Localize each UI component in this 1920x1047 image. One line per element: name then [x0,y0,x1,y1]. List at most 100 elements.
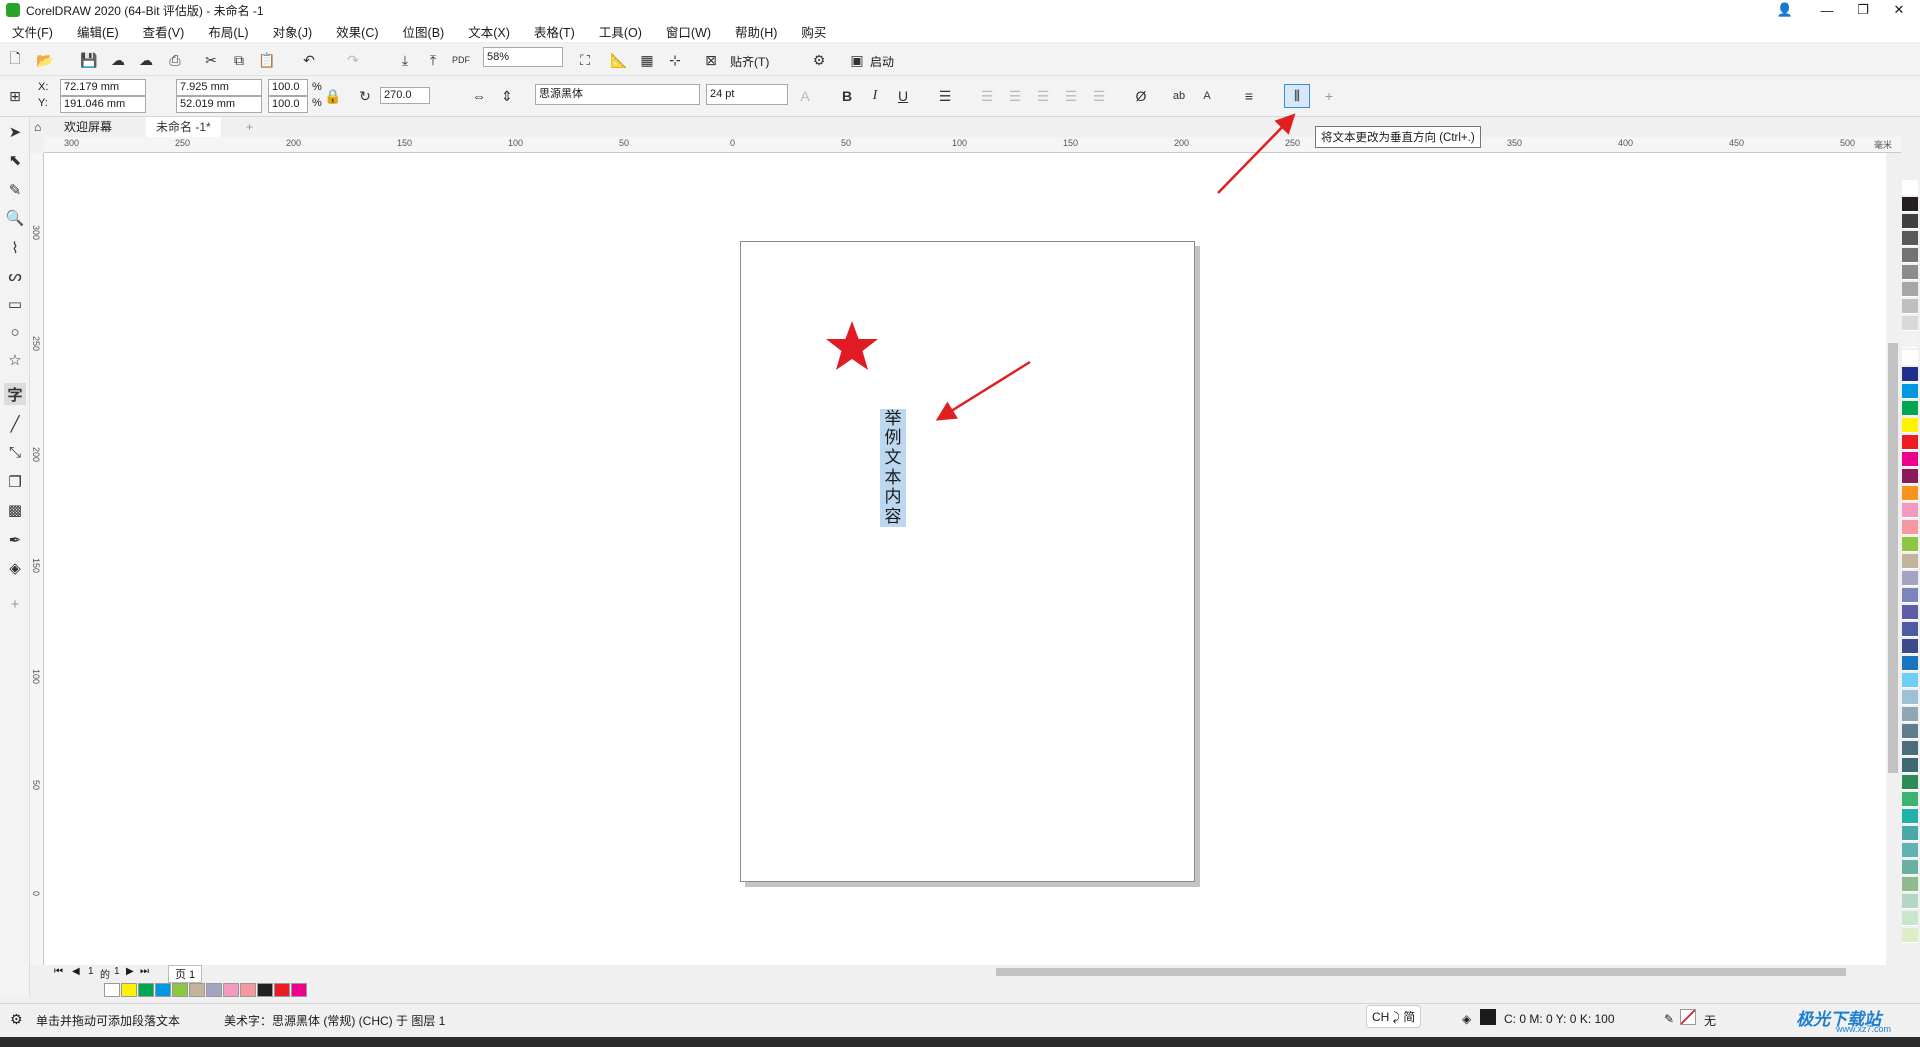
palette-swatch[interactable] [1902,503,1918,518]
palette-swatch[interactable] [1902,656,1918,671]
document-palette-swatch[interactable] [189,983,205,997]
palette-swatch[interactable] [1902,231,1918,246]
crop-tool-icon[interactable]: ✎ [4,179,26,201]
document-palette-swatch[interactable] [104,983,120,997]
menu-text[interactable]: 文本(X) [468,22,510,41]
restore-button[interactable]: ❐ [1846,0,1880,20]
open-folder-icon[interactable]: 📂 [34,49,56,71]
palette-swatch[interactable] [1902,622,1918,637]
artistic-media-icon[interactable]: ᔕ [4,265,26,287]
palette-swatch[interactable] [1902,826,1918,841]
horizontal-scrollbar[interactable] [980,965,1880,979]
y-position-field[interactable]: 191.046 mm [60,96,146,113]
document-page[interactable] [740,241,1195,882]
palette-swatch[interactable] [1902,554,1918,569]
palette-swatch[interactable] [1902,435,1918,450]
underline-icon[interactable]: U [892,85,914,107]
palette-swatch[interactable] [1902,486,1918,501]
lock-ratio-icon[interactable]: 🔒 [322,85,344,107]
scale-x-field[interactable]: 100.0 [268,79,308,96]
x-position-field[interactable]: 72.179 mm [60,79,146,96]
home-icon[interactable]: ⌂ [30,117,45,137]
eyedropper-icon[interactable]: ✒ [4,529,26,551]
import-icon[interactable]: ⤓ [394,49,416,71]
height-field[interactable]: 52.019 mm [176,96,262,113]
palette-swatch[interactable] [1902,282,1918,297]
palette-swatch[interactable] [1902,588,1918,603]
menu-file[interactable]: 文件(F) [12,22,53,41]
cloud-upload-icon[interactable]: ☁ [135,49,157,71]
palette-swatch[interactable] [1902,877,1918,892]
text-tool-icon[interactable]: 字 [4,383,26,405]
text-align-icon[interactable]: ☰ [934,85,956,107]
vertical-artistic-text[interactable]: 举 例 文 本 内 容 [880,409,906,527]
document-palette-swatch[interactable] [274,983,290,997]
settings-gear-icon[interactable]: ⚙ [10,1011,23,1028]
palette-swatch[interactable] [1902,248,1918,263]
menu-object[interactable]: 对象(J) [273,22,313,41]
grid-icon[interactable]: ▦ [636,49,658,71]
palette-swatch[interactable] [1902,367,1918,382]
minimize-button[interactable]: — [1810,0,1844,20]
rotation-field[interactable]: 270.0 [380,87,430,104]
ellipse-tool-icon[interactable]: ○ [4,321,26,343]
palette-swatch[interactable] [1902,350,1918,365]
palette-swatch[interactable] [1902,724,1918,739]
options-gear-icon[interactable]: ⚙ [808,49,830,71]
vertical-scroll-thumb[interactable] [1888,343,1898,773]
pick-tool-icon[interactable]: ➤ [4,121,26,143]
shape-tool-icon[interactable]: ⬉ [4,149,26,171]
drop-shadow-icon[interactable]: ❐ [4,471,26,493]
new-document-icon[interactable]: 🗋 [4,49,26,71]
palette-swatch[interactable] [1902,605,1918,620]
zoom-level-select[interactable]: 58% [483,47,563,67]
guidelines-icon[interactable]: ⊹ [664,49,686,71]
launch-dropdown[interactable]: 启动 [870,53,894,70]
ime-indicator[interactable]: CH ⤸ 简 [1366,1005,1422,1028]
bold-icon[interactable]: B [836,85,858,107]
document-palette-swatch[interactable] [223,983,239,997]
scale-y-field[interactable]: 100.0 [268,96,308,113]
mirror-horizontal-icon[interactable]: ⇔ [468,85,490,107]
menu-effects[interactable]: 效果(C) [336,22,378,41]
palette-swatch[interactable] [1902,860,1918,875]
menu-window[interactable]: 窗口(W) [666,22,711,41]
palette-swatch[interactable] [1902,401,1918,416]
menu-buy[interactable]: 购买 [801,22,826,41]
palette-swatch[interactable] [1902,809,1918,824]
menu-layout[interactable]: 布局(L) [208,22,248,41]
palette-swatch[interactable] [1902,214,1918,229]
undo-icon[interactable]: ↶ [298,49,320,71]
app-launcher-icon[interactable]: ▣ [846,49,868,71]
document-palette-swatch[interactable] [206,983,222,997]
bullet-list-icon[interactable]: ☰ [976,85,998,107]
cut-icon[interactable]: ✂ [200,49,222,71]
palette-swatch[interactable] [1902,418,1918,433]
menu-tools[interactable]: 工具(O) [599,22,642,41]
palette-swatch[interactable] [1902,333,1918,348]
edit-text-icon[interactable]: ab [1168,85,1190,107]
document-palette-swatch[interactable] [172,983,188,997]
palette-swatch[interactable] [1902,520,1918,535]
menu-bitmaps[interactable]: 位图(B) [403,22,445,41]
palette-swatch[interactable] [1902,758,1918,773]
zoom-tool-icon[interactable]: 🔍 [4,207,26,229]
paste-icon[interactable]: 📋 [256,49,278,71]
text-properties-icon[interactable]: A [1196,85,1218,107]
palette-swatch[interactable] [1902,741,1918,756]
snap-to-dropdown[interactable]: 贴齐(T) [730,53,769,70]
opentype-icon[interactable]: Ø [1130,85,1152,107]
add-tool-icon[interactable]: + [4,593,26,615]
add-icon[interactable]: + [1318,85,1340,107]
menu-view[interactable]: 查看(V) [143,22,185,41]
menu-table[interactable]: 表格(T) [534,22,575,41]
full-screen-icon[interactable]: ⛶ [574,49,596,71]
vertical-scrollbar[interactable] [1886,153,1900,965]
transparency-icon[interactable]: ▩ [4,499,26,521]
rulers-icon[interactable]: 📐 [608,49,630,71]
palette-swatch[interactable] [1902,537,1918,552]
cloud-download-icon[interactable]: ☁ [107,49,129,71]
copy-icon[interactable]: ⧉ [228,49,250,71]
palette-swatch[interactable] [1902,299,1918,314]
polygon-tool-icon[interactable]: ☆ [4,349,26,371]
